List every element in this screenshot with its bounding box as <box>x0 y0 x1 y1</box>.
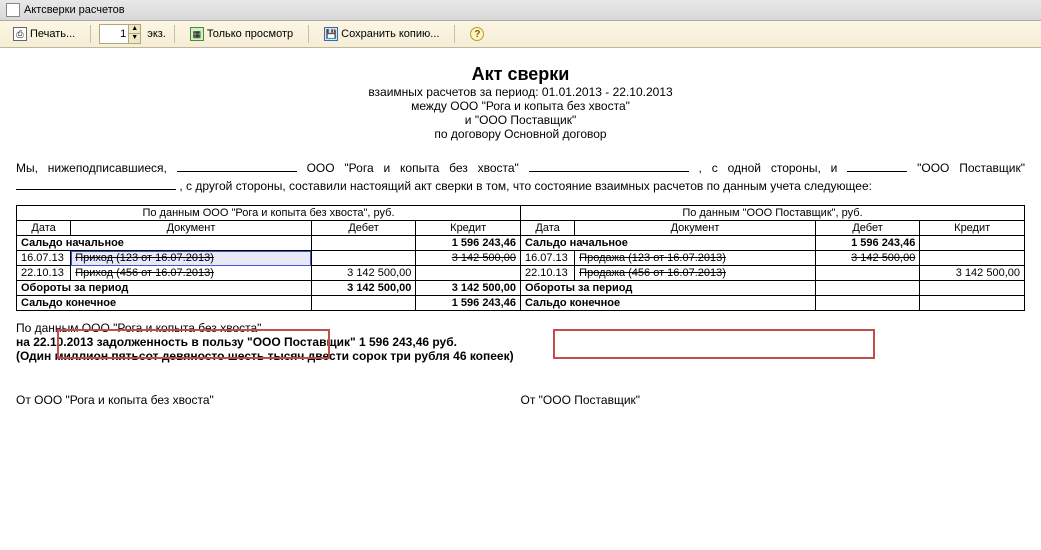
cell: 1 596 243,46 <box>416 236 521 251</box>
cell: 3 142 500,00 <box>311 281 416 296</box>
cell: Приход (456 от 16.07.2013) <box>71 266 312 281</box>
reconciliation-table[interactable]: По данным ООО "Рога и копыта без хвоста"… <box>16 205 1025 311</box>
document-content: Акт сверки взаимных расчетов за период: … <box>0 48 1041 417</box>
cell <box>920 281 1025 296</box>
cell <box>416 266 521 281</box>
cell: 3 142 500,00 <box>416 251 521 266</box>
blank-line <box>847 160 907 172</box>
cell: 16.07.13 <box>17 251 71 266</box>
spinner-up-button[interactable]: ▲ <box>128 25 140 34</box>
cell <box>920 236 1025 251</box>
cell: 3 142 500,00 <box>311 266 416 281</box>
cell <box>815 296 920 311</box>
left-side-header: По данным ООО "Рога и копыта без хвоста"… <box>17 206 521 221</box>
toolbar-separator <box>308 25 309 43</box>
col-doc: Документ <box>71 221 312 236</box>
doc-subtitle-4: по договору Основной договор <box>16 127 1025 141</box>
cell <box>311 236 416 251</box>
preview-icon: ▦ <box>190 27 204 41</box>
right-side-header: По данным "ООО Поставщик", руб. <box>520 206 1024 221</box>
col-credit: Кредит <box>416 221 521 236</box>
print-label: Печать... <box>30 28 75 40</box>
cell: 22.10.13 <box>17 266 71 281</box>
cell: 16.07.13 <box>520 251 574 266</box>
blank-line <box>529 160 689 172</box>
col-date: Дата <box>17 221 71 236</box>
printer-icon: ⎙ <box>13 27 27 41</box>
table-row[interactable]: Обороты за период 3 142 500,00 3 142 500… <box>17 281 1025 296</box>
help-icon: ? <box>470 27 484 41</box>
table-row: Дата Документ Дебет Кредит Дата Документ… <box>17 221 1025 236</box>
footer-line-3: (Один миллион пятьсот девяносто шесть ты… <box>16 349 1025 363</box>
turnover-label: Обороты за период <box>520 281 815 296</box>
cell <box>311 296 416 311</box>
closing-balance-label: Сальдо конечное <box>17 296 312 311</box>
doc-title: Акт сверки <box>16 64 1025 85</box>
table-row[interactable]: 22.10.13 Приход (456 от 16.07.2013) 3 14… <box>17 266 1025 281</box>
preamble-seg-4: "ООО Поставщик" <box>917 161 1025 175</box>
col-date: Дата <box>520 221 574 236</box>
window-title: Актсверки расчетов <box>24 4 125 16</box>
cell: Продажа (123 от 16.07.2013) <box>575 251 816 266</box>
closing-balance-label: Сальдо конечное <box>520 296 815 311</box>
blank-line <box>16 178 176 190</box>
preview-toggle-button[interactable]: ▦ Только просмотр <box>183 24 300 44</box>
cell: 3 142 500,00 <box>920 266 1025 281</box>
print-button[interactable]: ⎙ Печать... <box>6 24 82 44</box>
opening-balance-label: Сальдо начальное <box>520 236 815 251</box>
col-debit: Дебет <box>311 221 416 236</box>
opening-balance-label: Сальдо начальное <box>17 236 312 251</box>
copies-spinner[interactable]: ▲ ▼ <box>99 24 141 44</box>
cell: Продажа (456 от 16.07.2013) <box>575 266 816 281</box>
preview-label: Только просмотр <box>207 28 293 40</box>
toolbar-separator <box>454 25 455 43</box>
window-title-bar: Актсверки расчетов <box>0 0 1041 21</box>
copies-input[interactable] <box>100 28 128 40</box>
signature-row: От ООО "Рога и копыта без хвоста" От "ОО… <box>16 393 1025 407</box>
col-debit: Дебет <box>815 221 920 236</box>
preamble-text: Мы, нижеподписавшиеся, ООО "Рога и копыт… <box>16 159 1025 195</box>
floppy-icon: 💾 <box>324 27 338 41</box>
signature-right: От "ООО Поставщик" <box>521 393 1026 407</box>
preamble-seg-1: Мы, нижеподписавшиеся, <box>16 161 177 175</box>
cell: 1 596 243,46 <box>416 296 521 311</box>
save-copy-button[interactable]: 💾 Сохранить копию... <box>317 24 446 44</box>
doc-subtitle-2: между ООО "Рога и копыта без хвоста" <box>16 99 1025 113</box>
help-button[interactable]: ? <box>463 24 491 44</box>
signature-left: От ООО "Рога и копыта без хвоста" <box>16 393 521 407</box>
copies-unit-label: экз. <box>147 28 166 40</box>
table-row[interactable]: Сальдо начальное 1 596 243,46 Сальдо нач… <box>17 236 1025 251</box>
save-label: Сохранить копию... <box>341 28 439 40</box>
table-row[interactable]: Сальдо конечное 1 596 243,46 Сальдо коне… <box>17 296 1025 311</box>
doc-subtitle-3: и "ООО Поставщик" <box>16 113 1025 127</box>
col-credit: Кредит <box>920 221 1025 236</box>
col-doc: Документ <box>575 221 816 236</box>
selected-cell[interactable]: Приход (123 от 16.07.2013) <box>71 251 312 266</box>
cell: 3 142 500,00 <box>815 251 920 266</box>
cell: 22.10.13 <box>520 266 574 281</box>
table-row: По данным ООО "Рога и копыта без хвоста"… <box>17 206 1025 221</box>
cell <box>311 251 416 266</box>
footer-line-1: По данным ООО "Рога и копыта без хвоста" <box>16 321 1025 335</box>
cell <box>815 266 920 281</box>
toolbar-separator <box>90 25 91 43</box>
toolbar-separator <box>174 25 175 43</box>
cell <box>815 281 920 296</box>
preamble-seg-2: ООО "Рога и копыта без хвоста" <box>307 161 529 175</box>
cell <box>920 296 1025 311</box>
footer-block: По данным ООО "Рога и копыта без хвоста"… <box>16 321 1025 363</box>
turnover-label: Обороты за период <box>17 281 312 296</box>
preamble-seg-3: , с одной стороны, и <box>699 161 848 175</box>
doc-subtitle-1: взаимных расчетов за период: 01.01.2013 … <box>16 85 1025 99</box>
preamble-seg-5: , с другой стороны, составили настоящий … <box>179 179 872 193</box>
blank-line <box>177 160 297 172</box>
table-row[interactable]: 16.07.13 Приход (123 от 16.07.2013) 3 14… <box>17 251 1025 266</box>
cell: 1 596 243,46 <box>815 236 920 251</box>
footer-line-2: на 22.10.2013 задолженность в пользу "ОО… <box>16 335 1025 349</box>
spinner-down-button[interactable]: ▼ <box>128 34 140 43</box>
cell: 3 142 500,00 <box>416 281 521 296</box>
toolbar: ⎙ Печать... ▲ ▼ экз. ▦ Только просмотр 💾… <box>0 21 1041 48</box>
cell <box>920 251 1025 266</box>
document-icon <box>6 3 20 17</box>
